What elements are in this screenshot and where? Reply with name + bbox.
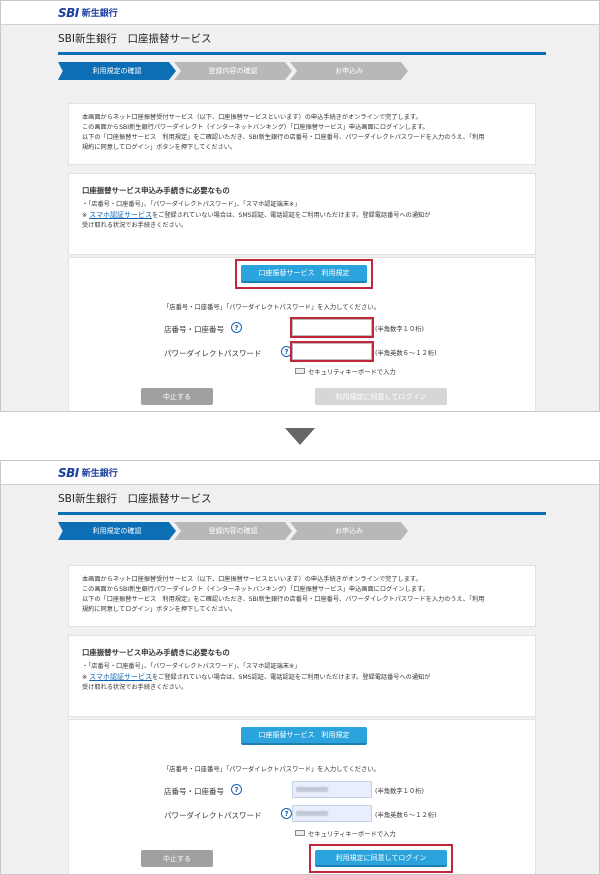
highlight-login-button	[309, 844, 453, 873]
requirements-box: 口座振替サービス申込み手続きに必要なもの ・「店番号・口座番号」、「パワーダイレ…	[68, 635, 536, 717]
account-label: 店番号・口座番号	[164, 325, 224, 334]
intro-line-2: この画面からSBI新生銀行パワーダイレクト（インターネットバンキング）「口座振替…	[82, 124, 429, 131]
account-hint: (半角数字１０桁)	[375, 788, 424, 795]
masked-value	[296, 787, 328, 792]
form-instruction: 「店番号・口座番号」「パワーダイレクトパスワード」を入力してください。	[163, 304, 380, 311]
smartphone-auth-link[interactable]: スマホ認証サービス	[89, 211, 152, 219]
step-terms: 利用規定の確認	[58, 62, 176, 80]
main-content: SBI新生銀行 口座振替サービス 利用規定の確認 登録内容の確認 お申込み 本画…	[58, 25, 546, 411]
login-form: 口座振替サービス 利用規定 「店番号・口座番号」「パワーダイレクトパスワード」を…	[68, 719, 536, 874]
intro-line-3: 以下の「口座振替サービス 利用規定」をご確認いただき、SBI新生銀行の店番号・口…	[82, 134, 485, 141]
step-apply: お申込み	[290, 522, 408, 540]
logo-name: 新生銀行	[81, 9, 118, 19]
intro-line-1: 本画面からネット口座振替受付サービス（以下、口座振替サービスといいます）の申込手…	[82, 576, 422, 583]
main-content: SBI新生銀行 口座振替サービス 利用規定の確認 登録内容の確認 お申込み 本画…	[58, 485, 546, 874]
highlight-terms-button	[235, 259, 373, 289]
intro-line-1: 本画面からネット口座振替受付サービス（以下、口座振替サービスといいます）の申込手…	[82, 114, 422, 121]
note-mark: ※	[82, 674, 88, 681]
help-account-icon[interactable]: ?	[231, 784, 242, 795]
intro-box: 本画面からネット口座振替受付サービス（以下、口座振替サービスといいます）の申込手…	[68, 565, 536, 627]
password-hint: (半角英数６～１２桁)	[375, 812, 437, 819]
intro-box: 本画面からネット口座振替受付サービス（以下、口座振替サービスといいます）の申込手…	[68, 103, 536, 165]
intro-line-2: この画面からSBI新生銀行パワーダイレクト（インターネットバンキング）「口座振替…	[82, 586, 429, 593]
cancel-button[interactable]: 中止する	[141, 388, 213, 405]
intro-line-4: 規約に同意してログイン」ボタンを押下してください。	[82, 144, 237, 151]
step-apply: お申込み	[290, 62, 408, 80]
requirements-item: ・「店番号・口座番号」、「パワーダイレクトパスワード」、「スマホ認証端末※」	[82, 663, 301, 670]
requirements-box: 口座振替サービス申込み手続きに必要なもの ・「店番号・口座番号」、「パワーダイレ…	[68, 173, 536, 255]
highlight-password-input	[290, 341, 374, 362]
title-bar: SBI新生銀行 口座振替サービス	[58, 485, 546, 515]
requirements-heading: 口座振替サービス申込み手続きに必要なもの	[82, 186, 230, 195]
intro-line-4: 規約に同意してログイン」ボタンを押下してください。	[82, 606, 237, 613]
cancel-button[interactable]: 中止する	[141, 850, 213, 867]
progress-steps: 利用規定の確認 登録内容の確認 お申込み	[58, 62, 546, 80]
account-number-input[interactable]	[292, 781, 372, 798]
page-title: SBI新生銀行 口座振替サービス	[58, 493, 212, 505]
requirements-note-2: 受け取れる状況でお手続きください。	[82, 222, 188, 229]
password-label: パワーダイレクトパスワード	[164, 811, 262, 820]
password-label: パワーダイレクトパスワード	[164, 349, 262, 358]
screenshot-before: SBI 新生銀行 SBI新生銀行 口座振替サービス 利用規定の確認 登録内容の確…	[0, 0, 600, 412]
requirements-item: ・「店番号・口座番号」、「パワーダイレクトパスワード」、「スマホ認証端末※」	[82, 201, 301, 208]
form-instruction: 「店番号・口座番号」「パワーダイレクトパスワード」を入力してください。	[163, 766, 380, 773]
smartphone-auth-link[interactable]: スマホ認証サービス	[89, 673, 152, 681]
account-hint: (半角数字１０桁)	[375, 326, 424, 333]
account-label: 店番号・口座番号	[164, 787, 224, 796]
terms-button[interactable]: 口座振替サービス 利用規定	[241, 727, 367, 745]
screenshot-after: SBI 新生銀行 SBI新生銀行 口座振替サービス 利用規定の確認 登録内容の確…	[0, 460, 600, 875]
logo-mark: SBI	[58, 5, 79, 20]
logo-mark: SBI	[58, 465, 79, 480]
step-terms: 利用規定の確認	[58, 522, 176, 540]
help-password-icon[interactable]: ?	[281, 808, 292, 819]
requirements-note: ※ スマホ認証サービスをご登録されていない場合は、SMS認証、電話認証をご利用い…	[82, 210, 522, 221]
password-hint: (半角英数６～１２桁)	[375, 350, 437, 357]
highlight-account-input	[290, 317, 374, 338]
keyboard-icon	[295, 368, 305, 374]
masked-value	[296, 811, 328, 816]
note-mark: ※	[82, 212, 88, 219]
step-confirm: 登録内容の確認	[174, 522, 292, 540]
note-rest: をご登録されていない場合は、SMS認証、電話認証をご利用いただけます。登録電話番…	[151, 212, 431, 219]
requirements-note-2: 受け取れる状況でお手続きください。	[82, 684, 188, 691]
title-bar: SBI新生銀行 口座振替サービス	[58, 25, 546, 55]
login-button-disabled[interactable]: 利用規定に同意してログイン	[315, 388, 447, 405]
security-keyboard-link[interactable]: セキュリティキーボードで入力	[308, 829, 396, 838]
note-rest: をご登録されていない場合は、SMS認証、電話認証をご利用いただけます。登録電話番…	[151, 674, 431, 681]
header-bar: SBI 新生銀行	[1, 461, 599, 485]
requirements-note: ※ スマホ認証サービスをご登録されていない場合は、SMS認証、電話認証をご利用い…	[82, 672, 522, 683]
password-input[interactable]	[292, 805, 372, 822]
requirements-heading: 口座振替サービス申込み手続きに必要なもの	[82, 648, 230, 657]
intro-line-3: 以下の「口座振替サービス 利用規定」をご確認いただき、SBI新生銀行の店番号・口…	[82, 596, 485, 603]
header-bar: SBI 新生銀行	[1, 1, 599, 25]
down-arrow-icon	[285, 428, 315, 445]
help-account-icon[interactable]: ?	[231, 322, 242, 333]
keyboard-icon	[295, 830, 305, 836]
logo-name: 新生銀行	[81, 469, 118, 479]
security-keyboard-link[interactable]: セキュリティキーボードで入力	[308, 367, 396, 376]
login-form: 口座振替サービス 利用規定 「店番号・口座番号」「パワーダイレクトパスワード」を…	[68, 257, 536, 411]
step-confirm: 登録内容の確認	[174, 62, 292, 80]
progress-steps: 利用規定の確認 登録内容の確認 お申込み	[58, 522, 546, 540]
page-title: SBI新生銀行 口座振替サービス	[58, 33, 212, 45]
